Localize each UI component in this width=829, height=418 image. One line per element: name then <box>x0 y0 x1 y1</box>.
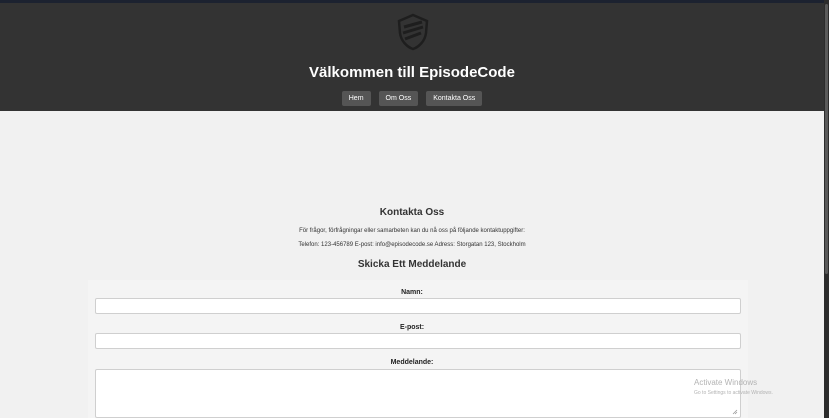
contact-intro-text: För frågor, förfrågningar eller samarbet… <box>299 228 525 234</box>
activate-windows-subtitle: Go to Settings to activate Windows. <box>694 390 773 396</box>
form-heading: Skicka Ett Meddelande <box>357 259 467 270</box>
page-scrollbar[interactable] <box>824 0 829 418</box>
contact-heading: Kontakta Oss <box>379 207 445 218</box>
shield-logo-icon <box>397 13 429 51</box>
scrollbar-thumb[interactable] <box>825 4 828 274</box>
name-label: Namn: <box>401 289 423 296</box>
site-title: Välkommen till EpisodeCode <box>309 64 515 81</box>
name-input[interactable] <box>95 298 741 314</box>
nav-home-button[interactable]: Hem <box>341 91 371 106</box>
contact-details-text: Telefon: 123-456789 E-post: info@episode… <box>298 242 526 248</box>
nav-about-button[interactable]: Om Oss <box>378 91 419 106</box>
email-input[interactable] <box>95 333 741 349</box>
main-nav: Hem Om Oss Kontakta Oss <box>0 91 824 106</box>
nav-contact-button[interactable]: Kontakta Oss <box>426 91 483 106</box>
resize-grip-icon[interactable] <box>732 409 738 415</box>
activate-windows-title: Activate Windows <box>694 378 758 387</box>
message-label: Meddelande: <box>390 359 434 366</box>
email-label: E-post: <box>399 324 425 331</box>
site-header: Välkommen till EpisodeCode Hem Om Oss Ko… <box>0 3 824 111</box>
message-textarea[interactable] <box>95 369 741 418</box>
